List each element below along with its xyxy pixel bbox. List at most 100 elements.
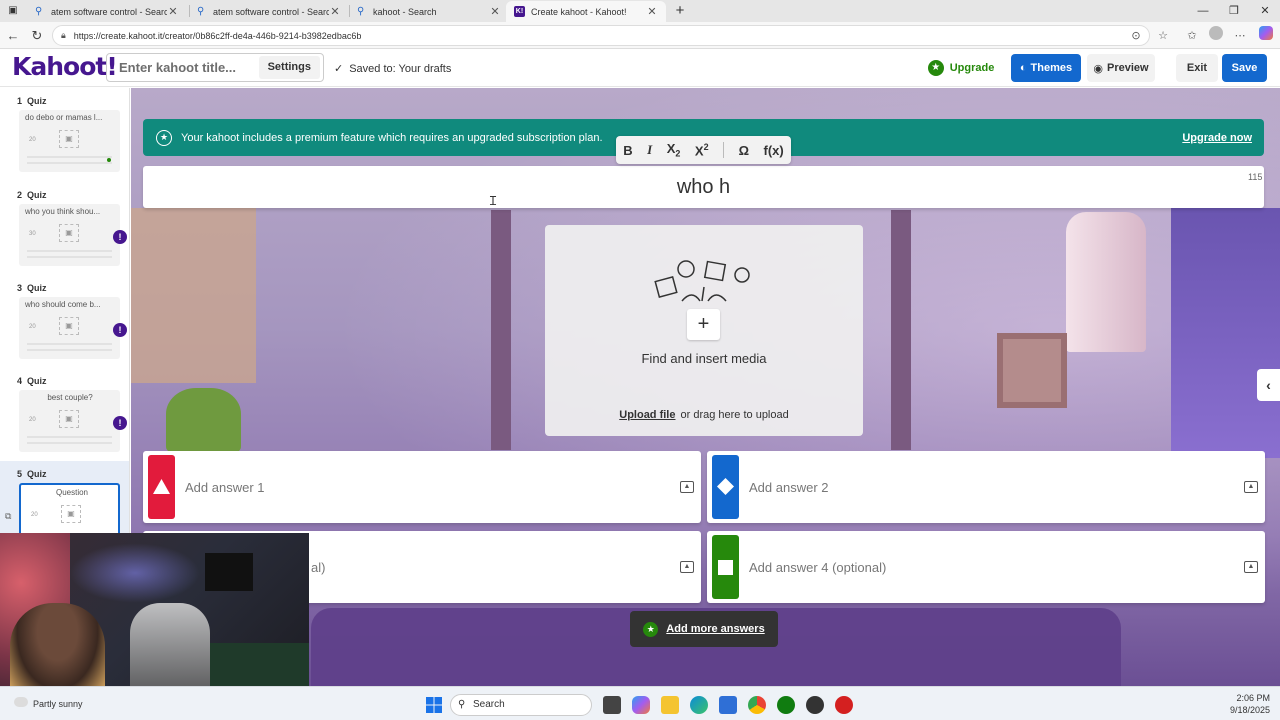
system-clock[interactable]: 2:06 PM 9/18/2025 — [1216, 692, 1270, 716]
slide-item-4[interactable]: 4 Quiz best couple? 20 ▣ ! — [0, 368, 129, 461]
close-icon[interactable]: ✕ — [489, 5, 501, 18]
slide-thumbnail[interactable]: who should come b... 20 ▣ — [19, 297, 120, 359]
taskbar-search[interactable]: ⚲ Search — [450, 694, 592, 716]
slide-item-1[interactable]: 1 Quiz do debo or mamas l... 20 ▣ — [0, 88, 129, 181]
app-icon[interactable] — [835, 696, 853, 714]
image-icon[interactable]: ▲ — [680, 481, 694, 493]
warning-icon: ! — [113, 230, 127, 244]
weather-label[interactable]: Partly sunny — [33, 699, 83, 709]
find-media-label[interactable]: Find and insert media — [545, 351, 863, 366]
search-icon: ⚲ — [197, 5, 205, 17]
slide-item-3[interactable]: 3 Quiz who should come b... 20 ▣ ! — [0, 275, 129, 368]
webcam-led-light — [70, 543, 200, 603]
webcam-overlay — [0, 533, 309, 699]
slide-thumbnail[interactable]: who you think shou... 30 ▣ — [19, 204, 120, 266]
favorite-star-icon[interactable]: ☆ — [1153, 26, 1173, 46]
browser-tab-bar: ▣ ⚲ atem software control - Search ✕ ⚲ a… — [0, 0, 1280, 22]
image-icon[interactable]: ▲ — [1244, 561, 1258, 573]
new-tab-button[interactable]: + — [672, 1, 688, 21]
slide-thumbnail[interactable]: best couple? 20 ▣ — [19, 390, 120, 452]
square-icon — [718, 560, 733, 575]
settings-button[interactable]: Settings — [258, 56, 320, 79]
camera-app-icon[interactable] — [806, 696, 824, 714]
duplicate-slide-icon[interactable]: ⧉ — [5, 511, 11, 522]
answer-field-2[interactable]: Add answer 2 ▲ — [707, 451, 1265, 523]
close-window-icon[interactable]: ✕ — [1250, 2, 1280, 20]
file-explorer-icon[interactable] — [661, 696, 679, 714]
triangle-icon — [153, 479, 170, 494]
close-icon[interactable]: ✕ — [329, 5, 341, 18]
url-field[interactable]: 🔒︎ https://create.kahoot.it/creator/0b86… — [52, 25, 1150, 46]
title-placeholder: Enter kahoot title... — [119, 60, 237, 75]
upload-file-link[interactable]: Upload file — [619, 409, 675, 421]
slide-thumbnail[interactable]: do debo or mamas l... 20 ▣ — [19, 110, 120, 172]
slide-item-2[interactable]: 2 Quiz who you think shou... 30 ▣ ! — [0, 182, 129, 275]
profile-icon[interactable] — [1206, 26, 1226, 46]
warning-icon: ! — [113, 323, 127, 337]
add-media-icon[interactable]: + — [687, 309, 720, 340]
browser-tab-4[interactable]: K! Create kahoot - Kahoot! ✕ — [506, 1, 666, 22]
refresh-icon[interactable]: ↻ — [27, 26, 47, 46]
image-placeholder-icon: ▣ — [61, 505, 81, 523]
close-icon[interactable]: ✕ — [167, 5, 179, 18]
image-icon[interactable]: ▲ — [1244, 481, 1258, 493]
edge-browser-icon[interactable] — [690, 696, 708, 714]
tab-actions-icon[interactable]: ▣ — [6, 4, 20, 18]
kahoot-logo[interactable]: Kahoot! — [12, 52, 118, 81]
question-input[interactable]: who h — [143, 166, 1264, 208]
restore-icon[interactable]: ❐ — [1219, 2, 1249, 20]
upgrade-button[interactable]: ★ Upgrade — [924, 54, 998, 82]
subscript-button[interactable]: X2 — [667, 141, 681, 159]
answer-field-1[interactable]: Add answer 1 ▲ — [143, 451, 701, 523]
kahoot-icon: K! — [514, 6, 525, 17]
copilot-taskbar-icon[interactable] — [632, 696, 650, 714]
more-options-icon[interactable]: ⋯ — [1230, 26, 1250, 46]
equation-button[interactable]: f(x) — [764, 143, 784, 158]
collapse-panel-icon[interactable]: ‹ — [1257, 369, 1280, 401]
premium-star-icon: ★ — [156, 129, 172, 146]
windows-taskbar: Partly sunny ⚲ Search 2:06 PM 9/18/2025 — [0, 686, 1280, 720]
close-icon[interactable]: ✕ — [646, 5, 658, 18]
background-poster — [131, 208, 256, 383]
exit-button[interactable]: Exit — [1176, 54, 1218, 82]
image-placeholder-icon: ▣ — [59, 317, 79, 335]
back-icon[interactable]: ← — [3, 26, 23, 46]
minimize-icon[interactable]: — — [1188, 2, 1218, 20]
themes-button[interactable]: ◐ Themes — [1011, 54, 1081, 82]
star-icon: ★ — [927, 60, 944, 76]
search-icon: ⚲ — [357, 5, 365, 17]
upgrade-now-link[interactable]: Upgrade now — [1182, 132, 1252, 144]
superscript-button[interactable]: X2 — [695, 142, 709, 158]
saved-status: ✓ Saved to: Your drafts — [334, 63, 452, 75]
webcam-monitor — [205, 553, 253, 591]
windows-start-icon[interactable] — [425, 696, 443, 714]
lock-icon: 🔒︎ — [61, 30, 66, 40]
browser-tab-2[interactable]: ⚲ atem software control - Search ✕ — [189, 1, 349, 22]
add-more-answers-button[interactable]: ★ Add more answers — [630, 611, 778, 647]
bold-button[interactable]: B — [623, 143, 632, 158]
italic-button[interactable]: I — [647, 142, 652, 158]
store-icon[interactable] — [719, 696, 737, 714]
copilot-icon[interactable] — [1256, 26, 1276, 46]
background-doorframe — [891, 210, 911, 450]
weather-icon — [14, 697, 28, 707]
read-aloud-icon[interactable]: ⊙ — [1126, 26, 1146, 46]
browser-tab-3[interactable]: ⚲ kahoot - Search ✕ — [349, 1, 509, 22]
eye-icon: ◉ — [1093, 62, 1103, 75]
task-view-icon[interactable] — [603, 696, 621, 714]
browser-tab-1[interactable]: ⚲ atem software control - Search ✕ — [27, 1, 187, 22]
background-doorframe — [491, 210, 511, 450]
preview-button[interactable]: ◉ Preview — [1087, 54, 1155, 82]
favorites-icon[interactable]: ✩ — [1182, 26, 1202, 46]
special-symbol-button[interactable]: Ω — [739, 143, 749, 158]
chrome-icon[interactable] — [748, 696, 766, 714]
background-plant — [166, 388, 241, 453]
upload-row: Upload file or drag here to upload — [619, 409, 789, 421]
xbox-icon[interactable] — [777, 696, 795, 714]
media-dropzone[interactable]: + Find and insert media Upload file or dr… — [545, 225, 863, 436]
answer-field-4[interactable]: Add answer 4 (optional) ▲ — [707, 531, 1265, 603]
image-icon[interactable]: ▲ — [680, 561, 694, 573]
kahoot-title-field[interactable]: Enter kahoot title... Settings — [106, 53, 324, 82]
format-toolbar: B I X2 X2 Ω f(x) — [616, 136, 791, 164]
save-button[interactable]: Save — [1222, 54, 1267, 82]
